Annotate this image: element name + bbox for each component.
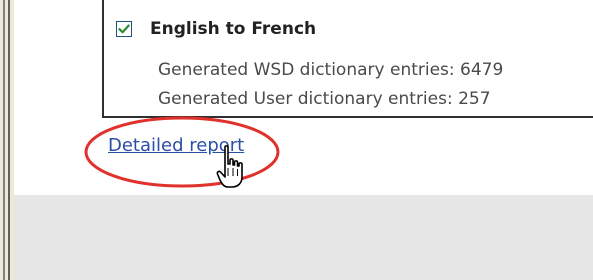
hand-pointer-icon (216, 145, 243, 188)
window-left-edge (0, 0, 14, 280)
window-border (3, 0, 5, 280)
wsd-entries-stat: Generated WSD dictionary entries: 6479 (158, 60, 503, 80)
user-entries-label: Generated User dictionary entries: (158, 89, 453, 109)
bottom-panel (14, 195, 593, 280)
wsd-entries-label: Generated WSD dictionary entries: (158, 60, 455, 80)
check-icon (118, 24, 130, 34)
english-to-french-checkbox[interactable] (116, 21, 132, 37)
language-pair-label: English to French (150, 19, 317, 39)
window-border-inner (8, 0, 10, 280)
user-entries-stat: Generated User dictionary entries: 257 (158, 89, 491, 109)
wsd-entries-value: 6479 (460, 60, 504, 80)
user-entries-value: 257 (458, 89, 491, 109)
